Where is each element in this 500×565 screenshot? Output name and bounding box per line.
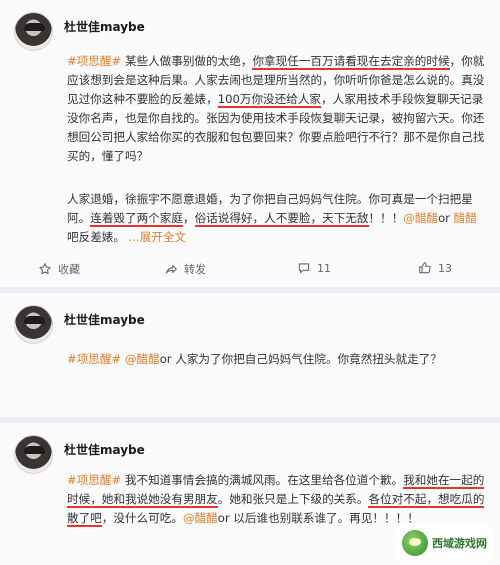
username[interactable]: 杜世佳maybe (64, 18, 145, 35)
share-label: 转发 (184, 263, 206, 276)
underlined-text: 100万你没还给人家 (217, 92, 322, 108)
mention-link[interactable]: @醋醋 (183, 511, 218, 525)
hashtag-link[interactable]: #项思醒# (67, 473, 121, 487)
text-segment: 吧反差婊。 (67, 230, 125, 244)
username[interactable]: 杜世佳maybe (64, 441, 145, 458)
text-segment: or (438, 211, 454, 225)
weibo-post: 杜世佳maybe #项思醒# 某些人做事别做的太绝，你拿现任一百万请看现在去定亲… (0, 0, 500, 287)
underlined-text: 连着毁了两个家庭 (90, 211, 183, 227)
weibo-post: 杜世佳maybe #项思醒# @醋醋or 人家为了你把自己妈妈气住院。你竟然扭头… (0, 293, 500, 417)
hashtag-link[interactable]: #项思醒# (67, 54, 121, 68)
favorite-label: 收藏 (58, 263, 80, 276)
underlined-text: 你拿现任一百万请看现在去定亲的时候 (252, 54, 450, 70)
weibo-post: 杜世佳maybe #项思醒# 我不知道事情会搞的满城风雨。在这里给各位道个歉。我… (0, 423, 500, 565)
like-count: 13 (438, 261, 452, 275)
favorite-button[interactable]: 收藏 (38, 261, 80, 277)
like-button[interactable]: 13 (418, 261, 452, 275)
avatar[interactable] (14, 305, 53, 344)
watermark-text: 西域游戏网 (432, 537, 487, 550)
comment-button[interactable]: 11 (297, 261, 331, 275)
post-text-paragraph: #项思醒# 我不知道事情会搞的满城风雨。在这里给各位道个歉。我和她在一起的时候，… (67, 471, 486, 528)
text-segment: ！！！ (368, 211, 404, 225)
mention-link[interactable]: @醋醋 (125, 352, 160, 366)
comment-icon (297, 261, 311, 275)
post-actions: 收藏 转发 11 13 (0, 261, 500, 281)
text-segment: or 人家为了你把自己妈妈气住院。你竟然扭头就走了？ (159, 352, 442, 366)
post-text-paragraph: 人家退婚，徐振宇不愿意退婚，为了你把自己妈妈气住院。你可真是一个扫把星阿。连着毁… (67, 190, 486, 247)
share-icon (164, 262, 178, 276)
username[interactable]: 杜世佳maybe (64, 311, 145, 328)
mention-link[interactable]: @醋醋 (403, 211, 438, 225)
avatar[interactable] (14, 435, 53, 474)
star-icon (38, 262, 52, 276)
mention-link[interactable]: 醋醋 (454, 211, 477, 225)
thumbs-up-icon (418, 261, 432, 275)
avatar[interactable] (14, 12, 53, 51)
text-segment: ，没什么可吃。 (101, 511, 183, 525)
text-segment: or 以后谁也别联系谁了。再见！！！！ (217, 511, 419, 525)
text-segment: 某些人做事别做的太绝， (121, 54, 253, 68)
site-watermark: 西域游戏网 (396, 525, 494, 561)
post-text-paragraph: #项思醒# @醋醋or 人家为了你把自己妈妈气住院。你竟然扭头就走了？ (67, 350, 486, 369)
text-segment: ， (182, 211, 195, 225)
watermark-logo-icon (402, 530, 428, 556)
comment-count: 11 (317, 261, 331, 275)
expand-full-text-link[interactable]: ...展开全文 (125, 230, 186, 244)
share-button[interactable]: 转发 (164, 261, 206, 277)
underlined-text: 俗话说得好，人不要脸，天下无敌 (194, 211, 369, 227)
post-text-paragraph: #项思醒# 某些人做事别做的太绝，你拿现任一百万请看现在去定亲的时候，你就应该想… (67, 52, 486, 166)
hashtag-link[interactable]: #项思醒# (67, 352, 121, 366)
text-segment: 我不知道事情会搞的满城风雨。在这里给各位道个歉。 (121, 473, 404, 487)
text-segment: 。她和张只是上下级的关系。 (217, 492, 369, 506)
